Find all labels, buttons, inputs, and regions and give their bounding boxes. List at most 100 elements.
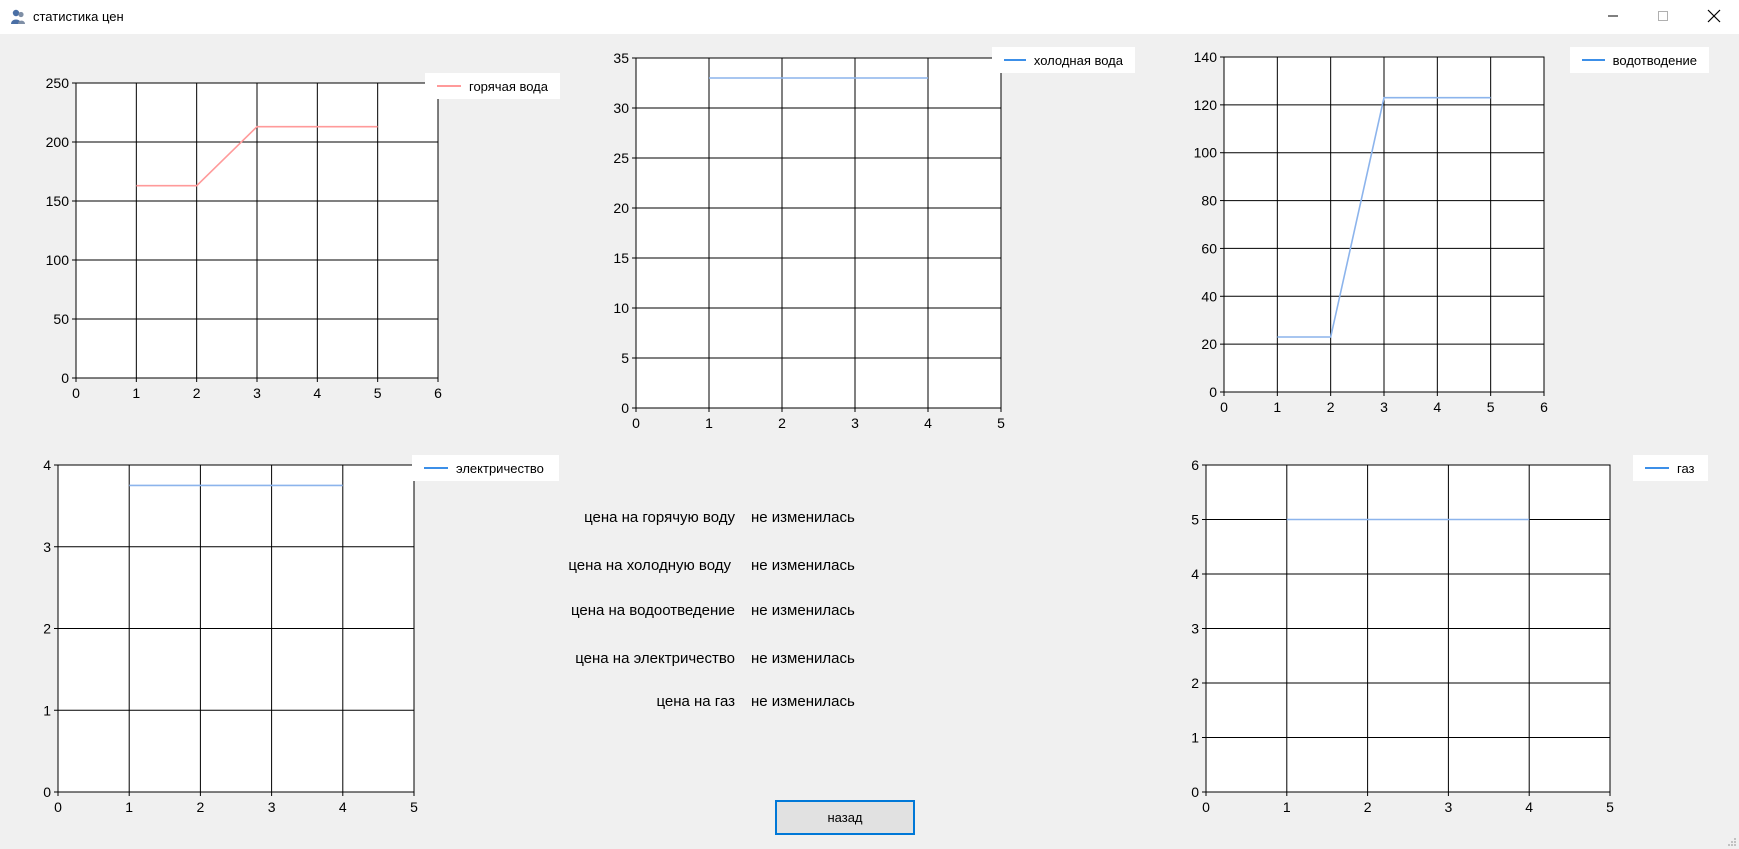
close-icon <box>1707 9 1721 23</box>
y-tick-label: 0 <box>61 370 69 386</box>
drainage-legend-label: водотводение <box>1612 52 1697 68</box>
electricity-chart: 0 1 2 3 4 5 0 1 2 3 4 <box>43 457 418 815</box>
minimize-icon <box>1608 15 1618 17</box>
status-label-cold-water: цена на холодную воду <box>568 557 731 574</box>
y-tick-label: 3 <box>43 539 51 555</box>
y-tick-label: 250 <box>46 75 70 91</box>
x-tick-label: 2 <box>778 415 786 431</box>
drainage-chart: 0 1 2 3 4 5 6020406080100120140 <box>1194 49 1548 415</box>
x-tick-label: 3 <box>851 415 859 431</box>
status-value-electricity: не изменилась <box>751 650 855 667</box>
x-tick-label: 5 <box>374 385 382 401</box>
y-tick-label: 0 <box>43 784 51 800</box>
x-tick-label: 4 <box>924 415 932 431</box>
minimize-button[interactable] <box>1590 0 1636 32</box>
status-value-drainage: не изменилась <box>751 602 855 619</box>
x-tick-label: 5 <box>1487 399 1495 415</box>
x-tick-label: 1 <box>705 415 713 431</box>
hot-water-chart: 0 1 2 3 4 5 6 0 50 100 150 200 250 <box>46 75 442 401</box>
gas-chart: 0 1 2 3 4 5 0 1 2 3 4 5 6 <box>1191 457 1614 815</box>
x-tick-label: 4 <box>1525 799 1533 815</box>
window-title: статистика цен <box>33 9 124 24</box>
cold-water-legend-swatch <box>1004 59 1026 61</box>
y-tick-label: 20 <box>1201 336 1217 352</box>
electricity-legend-swatch <box>424 467 448 469</box>
y-tick-label: 30 <box>613 100 629 116</box>
gas-legend-swatch <box>1645 467 1669 469</box>
y-tick-label: 15 <box>613 250 629 266</box>
hot-water-legend: горячая вода <box>425 73 560 99</box>
status-value-hot-water: не изменилась <box>751 509 855 526</box>
y-tick-label: 0 <box>621 400 629 416</box>
electricity-legend: электричество <box>412 455 559 481</box>
status-label-electricity: цена на электричество <box>575 650 735 667</box>
status-value-gas: не изменилась <box>751 693 855 710</box>
app-icon <box>11 9 25 24</box>
x-tick-label: 0 <box>72 385 80 401</box>
y-tick-label: 150 <box>46 193 70 209</box>
cold-water-chart: 0 1 2 3 4 5 0 5 10 15 20 25 30 35 <box>613 50 1005 431</box>
x-tick-label: 3 <box>253 385 261 401</box>
status-value-cold-water: не изменилась <box>751 557 855 574</box>
y-tick-label: 140 <box>1194 49 1218 65</box>
y-tick-label: 40 <box>1201 288 1217 304</box>
y-tick-label: 200 <box>46 134 70 150</box>
y-tick-label: 35 <box>613 50 629 66</box>
y-tick-label: 4 <box>1191 566 1199 582</box>
cold-water-legend: холодная вода <box>992 47 1135 73</box>
title-bar[interactable]: статистика цен <box>0 0 1739 34</box>
y-tick-label: 1 <box>1191 730 1199 746</box>
y-tick-label: 25 <box>613 150 629 166</box>
y-tick-label: 1 <box>43 702 51 718</box>
status-label-drainage: цена на водоотведение <box>570 602 735 619</box>
y-tick-label: 80 <box>1201 193 1217 209</box>
x-tick-label: 1 <box>132 385 140 401</box>
x-tick-label: 1 <box>1273 399 1281 415</box>
plot-area <box>636 58 1001 408</box>
back-button[interactable]: назад <box>775 800 915 835</box>
x-tick-label: 0 <box>632 415 640 431</box>
x-tick-label: 3 <box>268 799 276 815</box>
close-button[interactable] <box>1691 0 1737 32</box>
x-tick-label: 0 <box>1220 399 1228 415</box>
x-tick-label: 3 <box>1380 399 1388 415</box>
x-tick-label: 2 <box>1327 399 1335 415</box>
x-tick-label: 6 <box>434 385 442 401</box>
x-tick-label: 3 <box>1445 799 1453 815</box>
y-tick-label: 120 <box>1194 97 1218 113</box>
y-tick-label: 60 <box>1201 240 1217 256</box>
gas-legend-label: газ <box>1677 460 1695 476</box>
resize-grip-icon[interactable] <box>1727 837 1737 847</box>
x-tick-label: 4 <box>1433 399 1441 415</box>
status-label-hot-water: цена на горячую воду <box>584 509 735 526</box>
x-tick-label: 5 <box>1606 799 1614 815</box>
y-tick-label: 100 <box>1194 145 1218 161</box>
y-tick-label: 50 <box>53 311 69 327</box>
gas-legend: газ <box>1633 455 1708 481</box>
y-tick-label: 2 <box>1191 675 1199 691</box>
y-tick-label: 20 <box>613 200 629 216</box>
cold-water-legend-label: холодная вода <box>1033 52 1123 68</box>
x-tick-label: 5 <box>410 799 418 815</box>
maximize-icon <box>1658 11 1668 21</box>
x-tick-label: 0 <box>1202 799 1210 815</box>
x-tick-label: 5 <box>997 415 1005 431</box>
x-tick-label: 2 <box>193 385 201 401</box>
x-tick-label: 1 <box>125 799 133 815</box>
y-tick-label: 5 <box>1191 512 1199 528</box>
x-tick-label: 0 <box>54 799 62 815</box>
x-tick-label: 4 <box>313 385 321 401</box>
hot-water-legend-swatch <box>437 85 461 87</box>
x-tick-label: 2 <box>197 799 205 815</box>
drainage-legend: водотводение <box>1570 47 1709 73</box>
x-tick-label: 6 <box>1540 399 1548 415</box>
maximize-button[interactable] <box>1640 0 1686 32</box>
hot-water-legend-label: горячая вода <box>469 78 548 94</box>
x-tick-label: 4 <box>339 799 347 815</box>
y-tick-label: 10 <box>613 300 629 316</box>
app-window: статистика цен 0 1 2 3 4 5 6 0 50 100 150 200 250 го… <box>0 0 1739 849</box>
y-tick-label: 0 <box>1191 784 1199 800</box>
y-tick-label: 2 <box>43 621 51 637</box>
x-tick-label: 2 <box>1364 799 1372 815</box>
y-tick-label: 5 <box>621 350 629 366</box>
